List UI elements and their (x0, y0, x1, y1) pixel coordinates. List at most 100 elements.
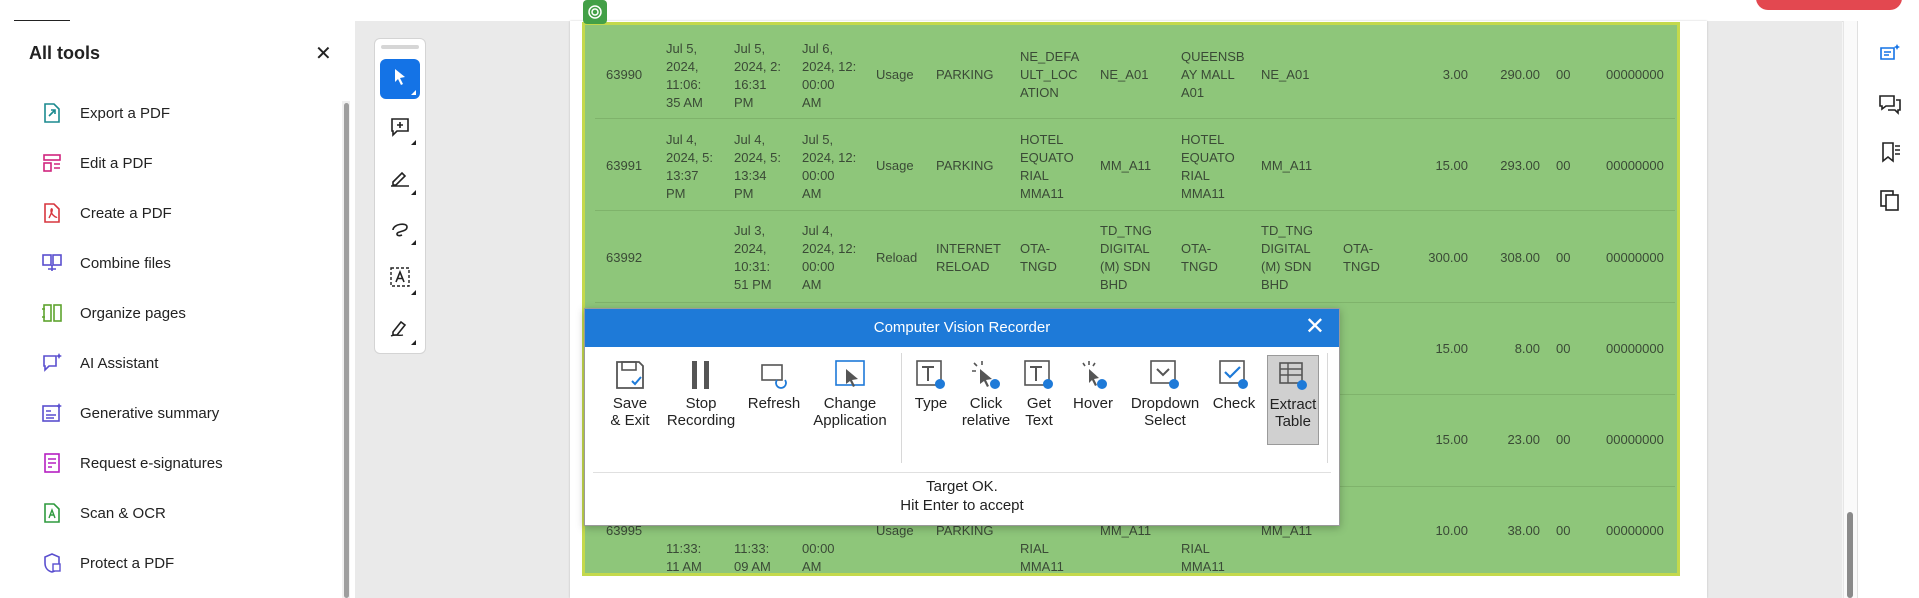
hover-button[interactable]: Hover (1069, 355, 1117, 437)
stop-recording-icon (683, 357, 719, 393)
cell-location2: OTA- TNGD (1181, 241, 1218, 274)
cell-amount: 3.00 (1442, 67, 1468, 82)
create-pdf-icon (38, 199, 66, 227)
change-application-button[interactable]: Change Application (807, 355, 893, 437)
click-relative-button[interactable]: Click relative (959, 355, 1013, 437)
tool-label: Organize pages (80, 304, 186, 322)
cell-code2: TD_TNG DIGITAL (M) SDN BHD (1261, 223, 1313, 292)
combine-files-icon (38, 249, 66, 277)
button-label: Save & Exit (610, 395, 650, 429)
tool-export-pdf[interactable]: Export a PDF (38, 98, 328, 128)
cell-category: PARKING (936, 67, 994, 82)
button-label: Click relative (961, 395, 1011, 429)
tool-label: Edit a PDF (80, 154, 153, 172)
extract-table-button[interactable]: Extract Table (1267, 355, 1319, 445)
button-label: Type (914, 395, 948, 412)
comments-icon[interactable] (1877, 91, 1903, 117)
status-line: Hit Enter to accept (900, 497, 1024, 514)
status-message: Target OK. Hit Enter to accept (585, 477, 1339, 515)
cell-date3: 00:00 AM (802, 541, 835, 574)
stop-recording-button[interactable]: Stop Recording (663, 355, 739, 437)
text-tool-button[interactable] (380, 259, 420, 299)
draw-freehand-icon (389, 216, 411, 243)
check-button[interactable]: Check (1211, 355, 1257, 437)
tool-edit-pdf[interactable]: Edit a PDF (38, 148, 328, 178)
get-text-icon (1021, 357, 1057, 393)
tools-scrollbar-thumb[interactable] (344, 103, 349, 598)
cell-code-zz: 00 (1556, 341, 1571, 356)
cell-extra: OTA- TNGD (1343, 241, 1380, 274)
cell-account: 00000000 (1606, 432, 1664, 447)
tool-label: Request e-signatures (80, 454, 223, 472)
dialog-title-bar[interactable]: Computer Vision Recorder ✕ (585, 309, 1339, 347)
tool-organize-pages[interactable]: Organize pages (38, 298, 328, 328)
cell-date2: 11:33: 09 AM (734, 541, 771, 574)
pages-icon[interactable] (1877, 187, 1903, 213)
dropdown-select-button[interactable]: Dropdown Select (1125, 355, 1205, 437)
add-comment-button[interactable] (380, 109, 420, 149)
cell-location2: HOTEL EQUATO RIAL MMA11 (1181, 132, 1235, 201)
cell-category: PARKING (936, 158, 994, 173)
tool-create-pdf[interactable]: Create a PDF (38, 198, 328, 228)
cell-amount: 15.00 (1435, 158, 1468, 173)
cell-date2: Jul 3, 2024, 10:31: 51 PM (734, 223, 772, 292)
extract-table-icon (1275, 358, 1311, 394)
click-relative-icon (968, 357, 1004, 393)
tool-label: Scan & OCR (80, 504, 166, 522)
cell-location: RIAL MMA11 (1020, 541, 1064, 574)
cell-date2: Jul 5, 2024, 2: 16:31 PM (734, 41, 781, 110)
bookmarks-icon[interactable] (1877, 139, 1903, 165)
cell-account: 00000000 (1606, 67, 1664, 82)
get-text-button[interactable]: Get Text (1017, 355, 1061, 437)
cell-code-zz: 00 (1556, 158, 1571, 173)
cell-account: 00000000 (1606, 523, 1664, 538)
cell-date3: Jul 4, 2024, 12: 00:00 AM (802, 223, 857, 292)
cell-account: 00000000 (1606, 158, 1664, 173)
vertical-toolbar (374, 38, 426, 354)
sign-button[interactable] (380, 309, 420, 349)
cell-location: OTA- TNGD (1020, 241, 1057, 274)
cell-amount: 15.00 (1435, 341, 1468, 356)
ai-assistant-icon[interactable] (1877, 41, 1903, 67)
share-button[interactable] (1756, 0, 1902, 10)
tool-scan-ocr[interactable]: Scan & OCR (38, 498, 328, 528)
type-button[interactable]: Type (909, 355, 953, 437)
select-tool-button[interactable] (380, 59, 420, 99)
close-icon[interactable]: ✕ (315, 44, 332, 64)
top-bar (0, 0, 1919, 22)
highlight-button[interactable] (380, 159, 420, 199)
close-icon[interactable]: ✕ (1305, 315, 1325, 339)
cell-balance: 23.00 (1507, 432, 1540, 447)
cell-code2: MM_A11 (1261, 158, 1313, 173)
document-scrollbar-thumb[interactable] (1847, 512, 1853, 598)
cell-code-zz: 00 (1556, 250, 1571, 265)
save-exit-button[interactable]: Save & Exit (605, 355, 655, 437)
tool-protect-pdf[interactable]: Protect a PDF (38, 548, 328, 578)
draw-button[interactable] (380, 209, 420, 249)
ai-assistant-icon (38, 349, 66, 377)
toolbar-grip[interactable] (381, 45, 419, 49)
organize-pages-icon (38, 299, 66, 327)
cell-balance: 290.00 (1500, 67, 1540, 82)
cell-code: MM_A11 (1100, 158, 1152, 173)
cell-location: NE_DEFA ULT_LOC ATION (1020, 49, 1080, 100)
refresh-button[interactable]: Refresh (745, 355, 803, 437)
button-label: Extract Table (1269, 396, 1317, 430)
cell-id: 63992 (606, 250, 643, 265)
generative-summary-icon (38, 399, 66, 427)
tool-request-esignatures[interactable]: Request e-signatures (38, 448, 328, 478)
cell-balance: 308.00 (1500, 250, 1540, 265)
toolbar-separator (901, 353, 902, 463)
computer-vision-recorder-dialog: Computer Vision Recorder ✕ Save & Exit S… (584, 308, 1340, 526)
tool-generative-summary[interactable]: Generative summary (38, 398, 328, 428)
tool-combine-files[interactable]: Combine files (38, 248, 328, 278)
cell-code-zz: 00 (1556, 432, 1571, 447)
tool-ai-assistant[interactable]: AI Assistant (38, 348, 328, 378)
cell-id: 63991 (606, 158, 643, 173)
cell-code: NE_A01 (1100, 67, 1149, 82)
right-rail (1857, 21, 1919, 598)
button-label: Check (1212, 395, 1256, 412)
tool-label: Export a PDF (80, 104, 171, 122)
cell-balance: 293.00 (1500, 158, 1540, 173)
type-icon (913, 357, 949, 393)
